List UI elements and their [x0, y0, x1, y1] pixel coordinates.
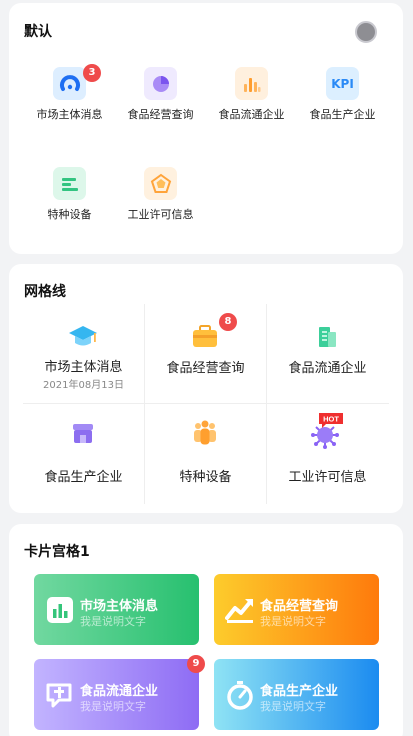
grid-item-food-production[interactable]: KPI 食品生产企业	[295, 67, 390, 127]
virus-hot-icon: HOT	[307, 412, 347, 450]
grid-item-market-entity[interactable]: 市场主体消息 2021年08月13日	[23, 304, 144, 404]
card-tile-title: 食品生产企业	[260, 684, 339, 699]
card-tile-title: 食品经营查询	[260, 599, 339, 614]
grid-item-label: 市场主体消息	[36, 108, 103, 121]
bar-chart-icon	[235, 67, 268, 100]
briefcase-icon	[189, 320, 221, 352]
grid-item-label: 食品经营查询	[127, 108, 194, 121]
gauge-icon	[53, 67, 86, 100]
grid-item-food-business[interactable]: 8 食品经营查询	[145, 304, 266, 404]
card-tile-description: 我是说明文字	[260, 700, 326, 713]
bar-chart-icon	[45, 595, 75, 625]
grid-item-label: 工业许可信息	[288, 470, 367, 485]
graduation-cap-icon	[67, 320, 99, 352]
stopwatch-icon	[225, 680, 255, 710]
notification-badge: 9	[187, 655, 205, 673]
grid-item-food-circulation[interactable]: 食品流通企业	[267, 304, 388, 404]
trend-icon	[225, 595, 255, 625]
grid-item-label: 食品经营查询	[166, 361, 245, 376]
notification-badge: 3	[83, 64, 101, 82]
avatar[interactable]	[355, 21, 377, 43]
grid-item-label: 工业许可信息	[127, 208, 194, 221]
grid-item-label: 食品生产企业	[309, 108, 376, 121]
grid-item-special-equipment[interactable]: 特种设备	[145, 404, 266, 504]
grid-item-special-equipment[interactable]: 特种设备	[22, 167, 117, 227]
shop-icon	[67, 417, 99, 449]
grid-item-subtitle: 2021年08月13日	[43, 380, 124, 391]
kpi-icon: KPI	[326, 67, 359, 100]
grid-item-label: 特种设备	[179, 470, 232, 485]
grid-item-food-business[interactable]: 食品经营查询	[113, 67, 208, 127]
notification-badge: 8	[219, 313, 237, 331]
grid-item-label: 食品流通企业	[218, 108, 285, 121]
grid-item-food-circulation[interactable]: 食品流通企业	[204, 67, 299, 127]
pentagon-icon	[144, 167, 177, 200]
section-title: 卡片宫格1	[24, 544, 90, 560]
list-icon	[53, 167, 86, 200]
chat-icon	[45, 680, 75, 710]
card-tile-title: 食品流通企业	[80, 684, 159, 699]
card-grid-card: 卡片宫格1 市场主体消息 我是说明文字 食品经营查询 我是说明文字 9 食品流通…	[9, 524, 403, 736]
card-tile-market-entity[interactable]: 市场主体消息 我是说明文字	[34, 574, 199, 645]
card-tile-description: 我是说明文字	[80, 615, 146, 628]
grid-item-industrial-license[interactable]: HOT 工业许可信息	[267, 404, 388, 504]
grid-item-label: 市场主体消息	[44, 360, 123, 375]
default-grid-card: 默认 3 市场主体消息 食品经营查询 食品流通企业 KPI 食品生产企业 特种设…	[9, 3, 403, 254]
card-tile-description: 我是说明文字	[80, 700, 146, 713]
people-icon	[189, 417, 221, 449]
grid-item-label: 食品生产企业	[44, 470, 123, 485]
card-tile-food-production[interactable]: 食品生产企业 我是说明文字	[214, 659, 379, 730]
card-tile-description: 我是说明文字	[260, 615, 326, 628]
grid-item-market-entity[interactable]: 3 市场主体消息	[22, 64, 117, 127]
section-title: 网格线	[24, 284, 66, 300]
gridline-grid-card: 网格线 市场主体消息 2021年08月13日 8 食品经营查询 食品流通企业 食…	[9, 264, 403, 513]
grid-item-label: 食品流通企业	[288, 361, 367, 376]
card-tile-food-business[interactable]: 食品经营查询 我是说明文字	[214, 574, 379, 645]
grid-item-food-production[interactable]: 食品生产企业	[23, 404, 144, 504]
card-tile-title: 市场主体消息	[80, 599, 159, 614]
building-icon	[311, 320, 343, 352]
card-tile-food-circulation[interactable]: 9 食品流通企业 我是说明文字	[34, 655, 205, 730]
grid-item-industrial-license[interactable]: 工业许可信息	[113, 167, 208, 227]
section-title: 默认	[24, 24, 52, 40]
svg-text:HOT: HOT	[323, 415, 339, 424]
pie-chart-icon	[144, 67, 177, 100]
grid-item-label: 特种设备	[47, 208, 92, 221]
